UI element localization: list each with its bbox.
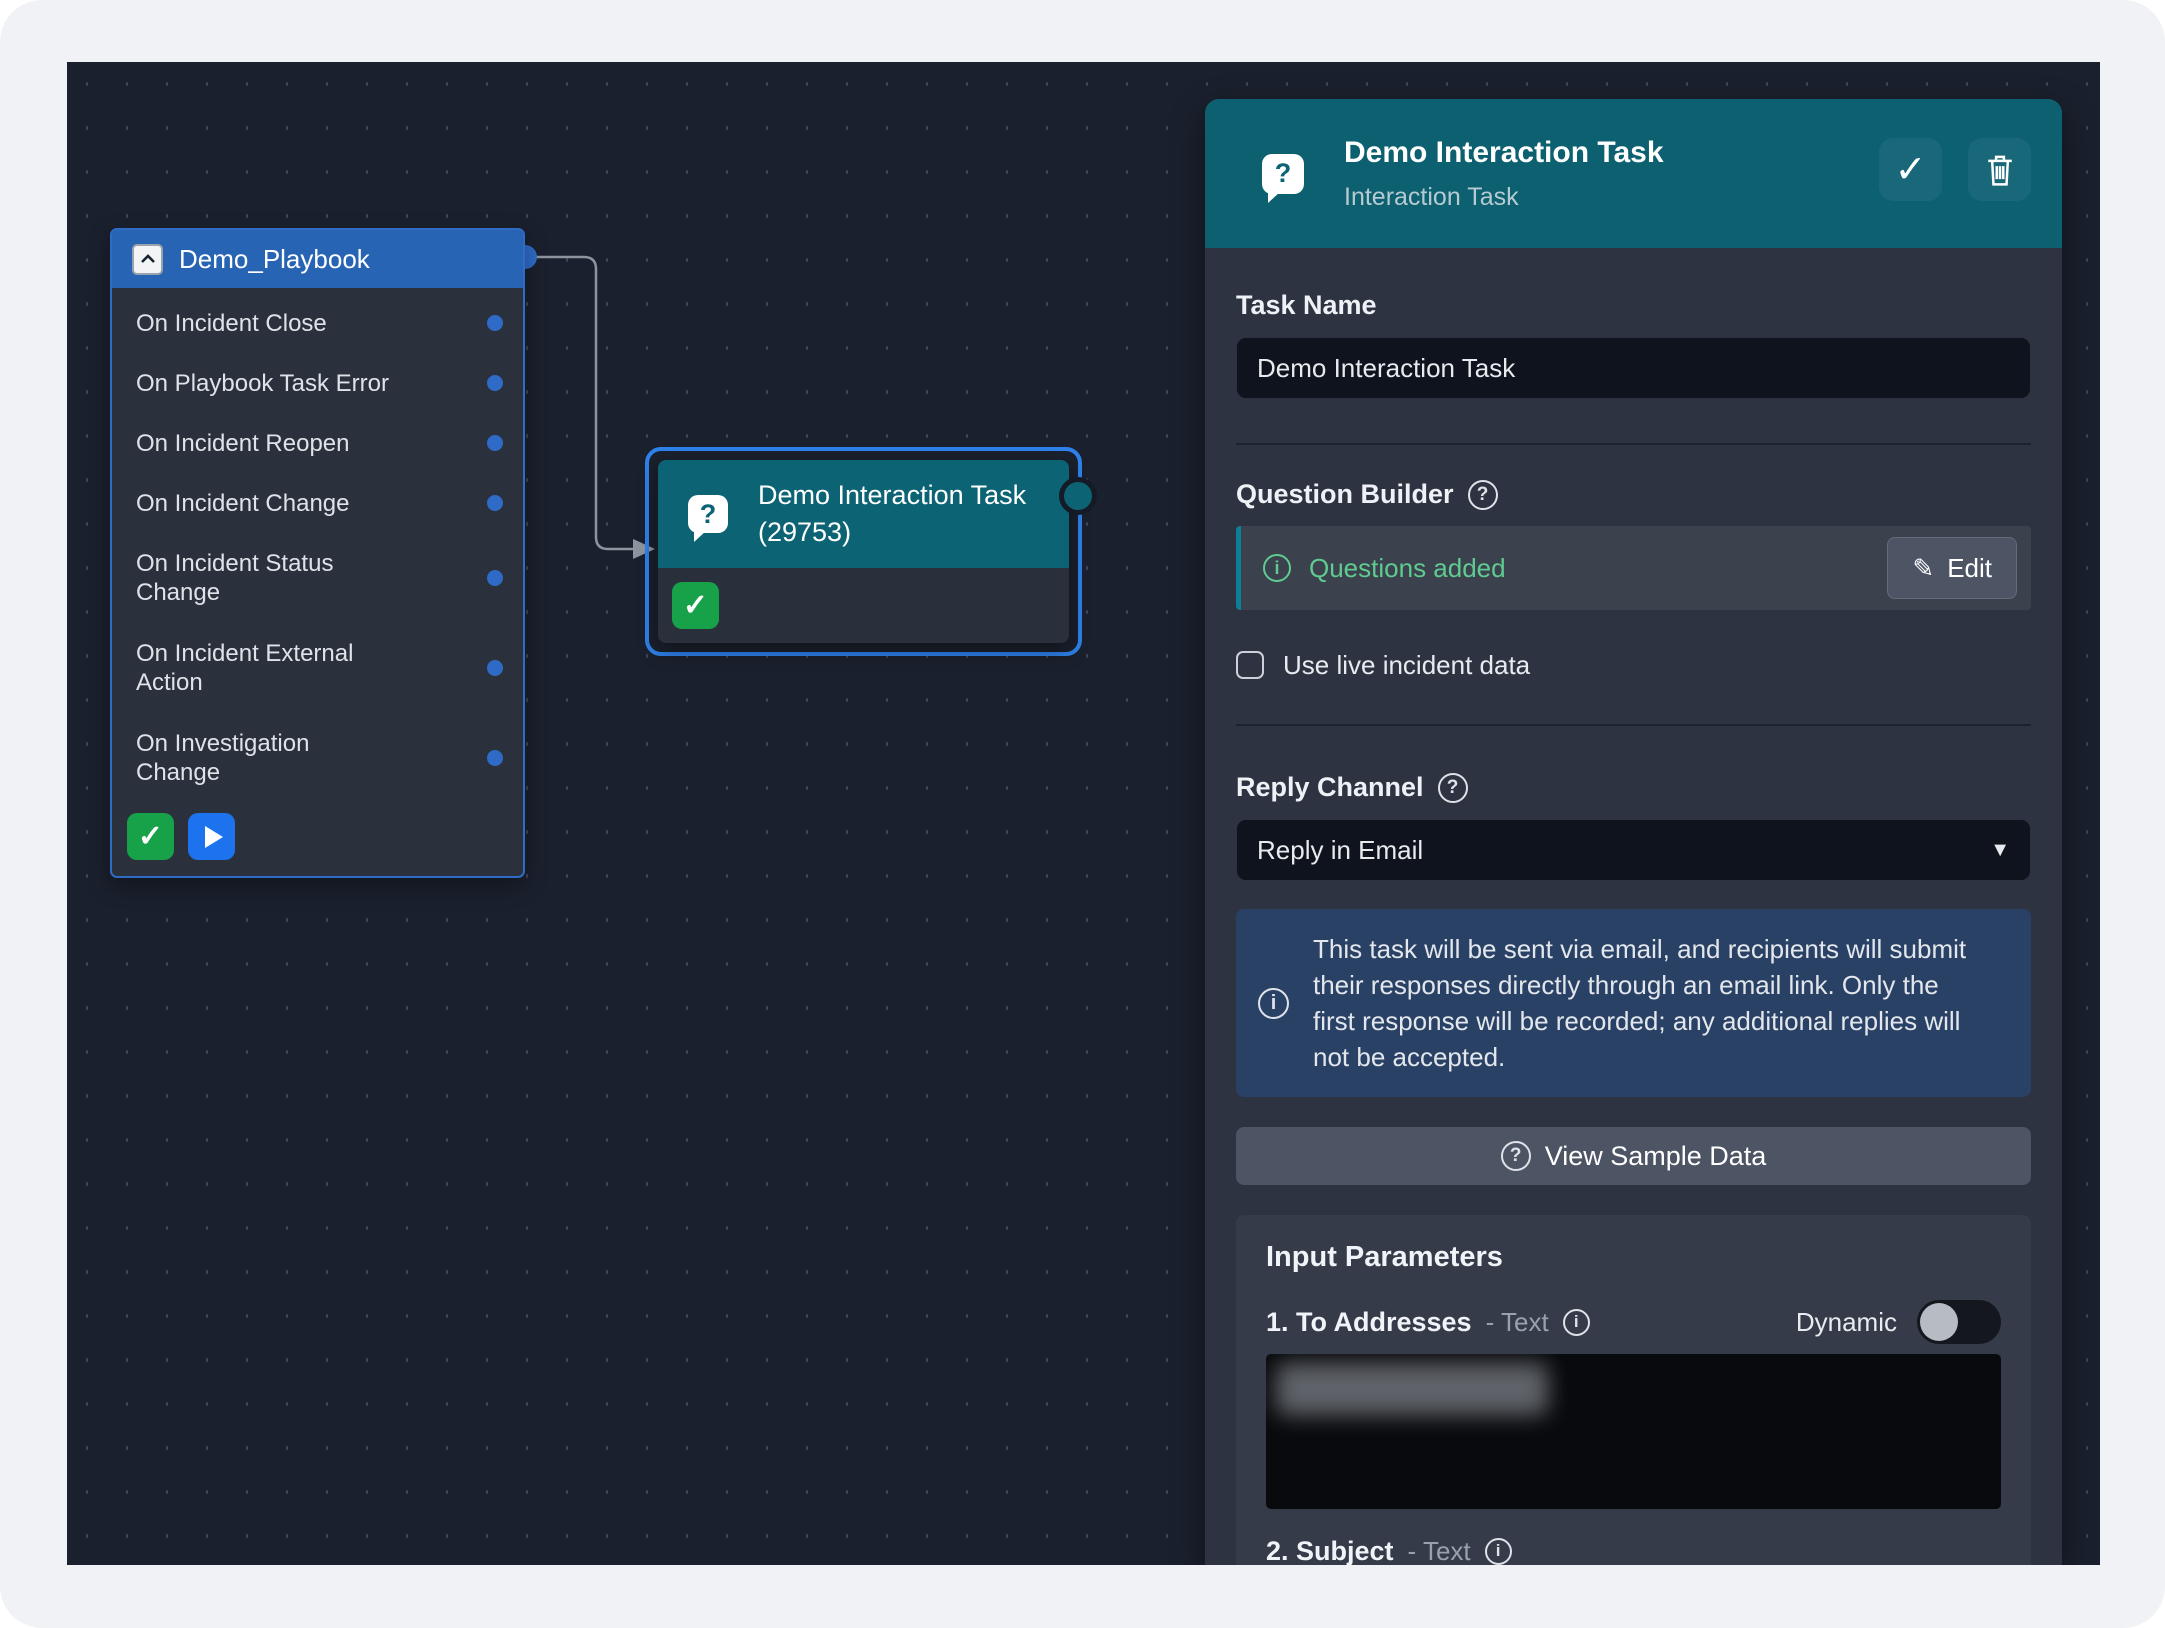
output-port-task[interactable] [1059,477,1097,515]
playbook-title: Demo_Playbook [179,244,370,275]
interaction-task-icon: ? [1262,154,1304,194]
trigger-row[interactable]: On Playbook Task Error [112,353,523,413]
task-node-title: Demo Interaction Task (29753) [758,477,1026,551]
interaction-task-icon: ? [688,495,728,533]
task-name-label: Task Name [1236,290,2031,321]
info-icon: i [1263,554,1291,582]
reply-channel-label: Reply Channel ? [1236,772,2031,803]
email-info-note: i This task will be sent via email, and … [1236,909,2031,1097]
save-task-button[interactable]: ✓ [1879,138,1942,201]
redacted-email-value [1276,1363,1548,1415]
trigger-row[interactable]: On Investigation Change [112,713,523,803]
playbook-canvas[interactable]: Demo_Playbook On Incident Close On Playb… [67,62,2100,1565]
playbook-node-header[interactable]: Demo_Playbook [112,230,523,288]
pencil-icon: ✎ [1912,553,1934,584]
to-addresses-input[interactable] [1266,1354,2001,1509]
task-node-selection[interactable]: ? Demo Interaction Task (29753) ✓ [645,447,1082,656]
collapse-button[interactable] [132,244,163,275]
task-node-body: ✓ [658,568,1069,643]
dynamic-toggle[interactable] [1917,1300,2001,1344]
trigger-port[interactable] [487,315,503,331]
info-icon[interactable]: i [1485,1538,1512,1565]
trigger-port[interactable] [487,495,503,511]
task-name-input[interactable]: Demo Interaction Task [1236,337,2031,399]
panel-header: ? Demo Interaction Task Interaction Task… [1205,99,2062,248]
edit-questions-button[interactable]: ✎ Edit [1887,537,2017,599]
task-config-panel: ? Demo Interaction Task Interaction Task… [1205,99,2062,1565]
reply-channel-select[interactable]: Reply in Email ▼ [1236,819,2031,881]
task-node-header[interactable]: ? Demo Interaction Task (29753) [658,460,1069,568]
chevron-down-icon: ▼ [1990,839,2010,862]
chevron-up-icon [140,254,156,264]
trigger-port[interactable] [487,435,503,451]
info-icon[interactable]: i [1563,1309,1590,1336]
trigger-port[interactable] [487,750,503,766]
trigger-row[interactable]: On Incident Close [112,293,523,353]
param-row-subject: 2. Subject - Text i [1266,1529,2001,1565]
panel-subtitle: Interaction Task [1344,183,1664,212]
divider [1236,724,2031,726]
check-icon: ✓ [683,588,708,623]
live-data-label: Use live incident data [1283,650,1530,681]
trigger-port[interactable] [487,375,503,391]
divider [1236,443,2031,445]
trigger-port[interactable] [487,570,503,586]
delete-task-button[interactable] [1968,138,2031,201]
trigger-row[interactable]: On Incident Reopen [112,413,523,473]
trigger-list: On Incident Close On Playbook Task Error… [112,288,523,813]
input-parameters-title: Input Parameters [1266,1241,2001,1274]
check-icon: ✓ [138,819,163,854]
param-row-to-addresses: 1. To Addresses - Text i Dynamic [1266,1300,2001,1344]
run-playbook-button[interactable] [188,813,235,860]
live-data-checkbox[interactable] [1236,651,1264,679]
question-builder-label: Question Builder ? [1236,479,2031,510]
play-icon [205,826,223,848]
view-sample-data-button[interactable]: ? View Sample Data [1236,1127,2031,1185]
questions-status: i Questions added [1263,553,1506,584]
input-parameters-card: Input Parameters 1. To Addresses - Text … [1236,1215,2031,1565]
trigger-port[interactable] [487,660,503,676]
app-frame: Demo_Playbook On Incident Close On Playb… [0,0,2165,1628]
live-data-row[interactable]: Use live incident data [1236,650,2031,680]
task-node[interactable]: ? Demo Interaction Task (29753) ✓ [658,460,1069,643]
info-icon: i [1258,988,1289,1019]
help-icon: ? [1501,1141,1531,1171]
trigger-row[interactable]: On Incident External Action [112,623,523,713]
validate-playbook-button[interactable]: ✓ [127,813,174,860]
trash-icon [1984,153,2016,187]
trigger-row[interactable]: On Incident Change [112,473,523,533]
check-icon: ✓ [1895,147,1927,192]
help-icon[interactable]: ? [1468,480,1498,510]
question-builder-card: i Questions added ✎ Edit [1236,526,2031,610]
help-icon[interactable]: ? [1438,773,1468,803]
trigger-row[interactable]: On Incident Status Change [112,533,523,623]
task-success-button[interactable]: ✓ [672,582,719,629]
toggle-knob [1920,1303,1958,1341]
playbook-node[interactable]: Demo_Playbook On Incident Close On Playb… [110,228,525,878]
panel-title: Demo Interaction Task [1344,136,1664,170]
